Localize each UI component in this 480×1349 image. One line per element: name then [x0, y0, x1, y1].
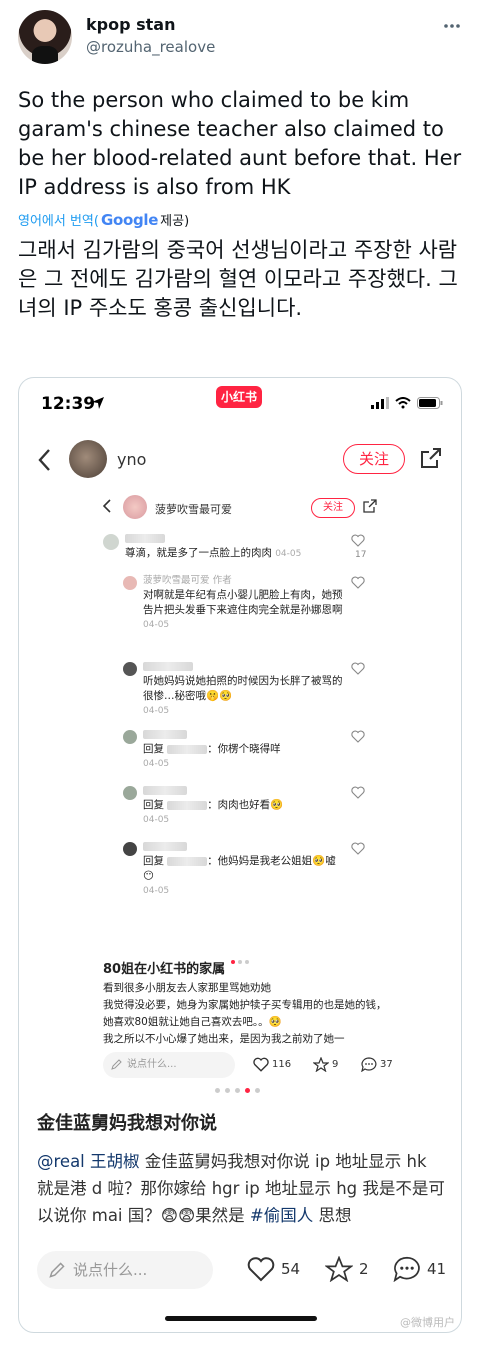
inner-follow-button: 关注	[311, 498, 355, 518]
comment-item: 回复 ：你楞个晓得咩 04-05	[143, 728, 343, 771]
inner-comment-input: 说点什么...	[103, 1052, 235, 1078]
comment-bubble-icon	[393, 1256, 420, 1282]
comment-bubble-icon	[361, 1057, 377, 1072]
comment-avatar	[123, 730, 137, 744]
comment-avatar	[123, 842, 137, 856]
status-time: 12:39	[41, 394, 96, 414]
inner-nav: 菠萝吹雪最可爱 关注	[89, 490, 389, 526]
pencil-icon	[111, 1059, 122, 1070]
like-count: 17	[355, 550, 367, 560]
collect-button[interactable]: 2	[325, 1256, 369, 1282]
comment-avatar	[123, 662, 137, 676]
comment-item: 回复 ：他妈妈是我老公姐姐🥺嘘😶 04-05	[143, 840, 343, 898]
back-chevron-icon[interactable]	[37, 448, 51, 472]
inner-star: 9	[313, 1057, 338, 1072]
app-badge: 小红书	[216, 386, 262, 408]
translation-attribution[interactable]: 영어에서 번역( Google 제공)	[18, 210, 190, 230]
inner-post-title: 80姐在小红书的家属	[103, 962, 226, 977]
inner-like: 116	[253, 1057, 291, 1072]
heart-icon	[253, 1057, 269, 1072]
wifi-icon	[395, 397, 411, 409]
nested-screenshot: 菠萝吹雪最可爱 关注 尊滴，就是多了一点脸上的肉肉 04-05 17 菠萝吹雪最…	[89, 490, 389, 960]
star-icon	[325, 1256, 353, 1282]
post-nav-bar: yno 关注	[19, 436, 461, 486]
phone-status-bar: 12:39 小红书	[19, 378, 461, 432]
star-icon	[313, 1057, 329, 1072]
inner-carousel-dots	[231, 960, 249, 964]
post-body: @real 王胡椒 金佳蓝舅妈我想对你说 ip 地址显示 hk 就是港 d 啦？…	[37, 1148, 447, 1229]
inner-avatar	[123, 495, 147, 519]
tweet-media-card[interactable]: 12:39 小红书 yno 关注 菠萝吹雪最可爱 关注 尊滴，就是多了一点脸上的…	[18, 377, 462, 1333]
comment-input[interactable]: 说点什么...	[37, 1251, 213, 1289]
translated-text: 그래서 김가람의 중국어 선생님이라고 주장한 사람은 그 전에도 김가람의 혈…	[18, 238, 458, 320]
status-icons	[371, 397, 443, 409]
signal-icon	[371, 397, 389, 409]
comment-item: 菠萝吹雪最可爱 作者 对啊就是年纪有点小婴儿肥脸上有肉，她预告片把头发垂下来遮住…	[143, 575, 343, 630]
heart-icon	[351, 576, 365, 589]
post-text-end: 思想	[313, 1206, 352, 1225]
inner-action-bar: 说点什么... 116 9 37	[103, 1052, 403, 1078]
more-options-icon[interactable]	[442, 16, 462, 36]
hashtag-link[interactable]: #偷国人	[250, 1206, 313, 1225]
google-logo: Google	[100, 210, 159, 229]
share-icon[interactable]	[419, 446, 443, 470]
mention-link[interactable]: @real 王胡椒	[37, 1152, 140, 1171]
heart-icon	[351, 730, 365, 743]
avatar[interactable]	[18, 10, 72, 64]
comment-item: 尊滴，就是多了一点脸上的肉肉 04-05	[125, 532, 345, 561]
handle[interactable]: @rozuha_realove	[86, 38, 215, 56]
location-arrow-icon	[92, 397, 104, 409]
comment-avatar	[123, 786, 137, 800]
author-name[interactable]: yno	[117, 450, 146, 469]
home-indicator	[165, 1316, 317, 1321]
heart-icon	[351, 534, 365, 547]
display-name[interactable]: kpop stan	[86, 15, 175, 34]
like-button[interactable]: 54	[247, 1256, 300, 1282]
heart-icon	[247, 1257, 275, 1282]
tweet-text: So the person who claimed to be kim gara…	[18, 88, 462, 199]
translate-prefix: 영어에서 번역(	[18, 214, 99, 229]
comment-avatar	[123, 576, 137, 590]
inner-comment: 37	[361, 1057, 393, 1072]
comment-avatar	[103, 534, 119, 550]
carousel-dots	[215, 1088, 260, 1093]
post-title: 金佳蓝舅妈我想对你说	[37, 1113, 217, 1134]
inner-username: 菠萝吹雪最可爱	[155, 503, 232, 516]
follow-button[interactable]: 关注	[343, 444, 405, 474]
battery-icon	[417, 397, 443, 409]
heart-icon	[351, 662, 365, 675]
author-avatar[interactable]	[69, 440, 107, 478]
heart-icon	[351, 842, 365, 855]
translate-suffix: 제공)	[160, 214, 190, 229]
pencil-icon	[49, 1262, 65, 1278]
heart-icon	[351, 786, 365, 799]
inner-share-icon	[363, 499, 377, 513]
inner-back-icon	[103, 499, 111, 513]
comment-item: 听她妈妈说她拍照的时候因为长胖了被骂的很惨…秘密哦🤫🥺 04-05	[143, 660, 343, 718]
comment-button[interactable]: 41	[393, 1256, 446, 1282]
comment-item: 回复 ：肉肉也好看🥺 04-05	[143, 784, 343, 827]
inner-post-body: 看到很多小朋友去人家那里骂她劝她 我觉得没必要，她身为家属她护犊子买专辑用的也是…	[103, 982, 387, 1045]
watermark: @微博用户	[400, 1316, 455, 1329]
tweet-header: kpop stan @rozuha_realove	[0, 0, 480, 78]
post-action-bar: 说点什么... 54 2 41	[19, 1248, 461, 1294]
